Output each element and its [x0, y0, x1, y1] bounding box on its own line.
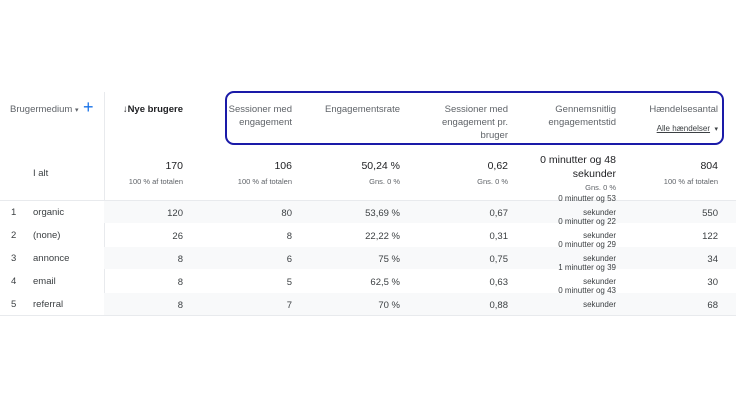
- row-events: 68: [707, 300, 718, 311]
- row-engagement-rate: 22,22 %: [365, 231, 400, 242]
- row-divider: [0, 315, 736, 316]
- row-engaged-sessions: 6: [286, 254, 292, 265]
- total-events: 804: [700, 160, 718, 172]
- add-dimension-icon[interactable]: +: [83, 97, 94, 117]
- total-avg-time-sub: Gns. 0 %: [585, 183, 616, 192]
- row-medium: email: [33, 276, 56, 287]
- dimension-selector[interactable]: Brugermedium ▾: [10, 103, 78, 117]
- row-engaged-sessions: 80: [281, 208, 292, 219]
- total-engaged-sessions-sub: 100 % af totalen: [237, 177, 292, 186]
- row-sessions-per-user: 0,63: [489, 277, 509, 288]
- row-engaged-sessions: 7: [286, 300, 292, 311]
- row-new-users: 8: [177, 300, 183, 311]
- total-engaged-sessions: 106: [274, 160, 292, 172]
- row-new-users: 120: [167, 208, 183, 219]
- row-sessions-per-user: 0,31: [489, 231, 509, 242]
- row-engagement-rate: 70 %: [378, 300, 400, 311]
- row-avg-time-top: 0 minutter og 29: [558, 240, 616, 249]
- chevron-down-icon: ▾: [74, 107, 79, 114]
- row-new-users: 8: [177, 254, 183, 265]
- total-sessions-per-user-sub: Gns. 0 %: [477, 177, 508, 186]
- header-new-users[interactable]: ↓Nye brugere: [110, 103, 183, 116]
- total-new-users-sub: 100 % af totalen: [128, 177, 183, 186]
- row-engaged-sessions: 8: [286, 231, 292, 242]
- row-medium: annonce: [33, 253, 70, 264]
- row-engagement-rate: 53,69 %: [365, 208, 400, 219]
- total-engagement-rate: 50,24 %: [361, 160, 400, 172]
- total-avg-time: 0 minutter og 48 sekunder: [540, 154, 616, 180]
- row-events: 550: [702, 208, 718, 219]
- dimension-label: Brugermedium: [10, 104, 73, 115]
- row-medium: (none): [33, 230, 61, 241]
- total-new-users: 170: [165, 160, 183, 172]
- row-number: 2: [11, 230, 17, 241]
- row-new-users: 8: [177, 277, 183, 288]
- row-number: 4: [11, 276, 17, 287]
- row-avg-time-top: 0 minutter og 22: [558, 217, 616, 226]
- row-events: 30: [707, 277, 718, 288]
- row-number: 3: [11, 253, 17, 264]
- row-number: 1: [11, 207, 17, 218]
- row-sessions-per-user: 0,88: [489, 300, 509, 311]
- row-sessions-per-user: 0,67: [489, 208, 509, 219]
- row-engagement-rate: 75 %: [378, 254, 400, 265]
- row-events: 122: [702, 231, 718, 242]
- total-events-sub: 100 % af totalen: [663, 177, 718, 186]
- row-avg-time-top: 1 minutter og 39: [558, 263, 616, 272]
- row-sessions-per-user: 0,75: [489, 254, 509, 265]
- row-medium: referral: [33, 299, 64, 310]
- row-number: 5: [11, 299, 17, 310]
- row-engaged-sessions: 5: [286, 277, 292, 288]
- row-avg-time-bottom: sekunder: [583, 300, 616, 309]
- highlight-box: [225, 91, 724, 145]
- row-avg-time-top: 0 minutter og 43: [558, 286, 616, 295]
- row-avg-time-top: 0 minutter og 53: [558, 194, 616, 203]
- row-engagement-rate: 62,5 %: [370, 277, 400, 288]
- totals-label: I alt: [33, 168, 49, 179]
- row-new-users: 26: [172, 231, 183, 242]
- total-engagement-rate-sub: Gns. 0 %: [369, 177, 400, 186]
- row-events: 34: [707, 254, 718, 265]
- row-medium: organic: [33, 207, 65, 218]
- total-sessions-per-user: 0,62: [487, 160, 508, 172]
